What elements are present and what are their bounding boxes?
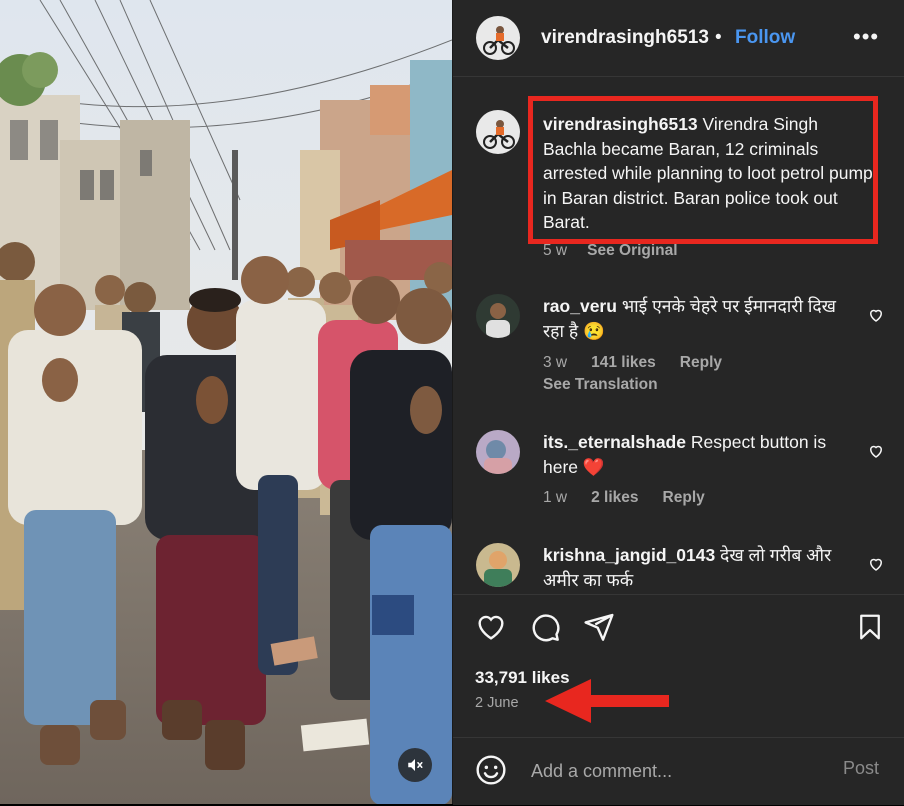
separator-dot: •	[715, 27, 722, 48]
post-photo[interactable]	[0, 0, 452, 804]
caption-meta: 5 w See Original	[543, 242, 698, 260]
smiley-icon[interactable]	[475, 754, 507, 786]
paper-plane-icon[interactable]	[583, 611, 615, 643]
commenter-avatar[interactable]	[476, 294, 520, 338]
comment-meta: 1 w 2 likes Reply	[543, 489, 729, 507]
comment-time: 1 w	[543, 489, 568, 506]
post-actions: 33,791 likes 2 June Post	[453, 594, 904, 805]
red-arrow-annotation	[545, 679, 669, 723]
see-translation-link[interactable]: See Translation	[543, 376, 658, 394]
like-comment-heart-icon[interactable]	[867, 555, 885, 573]
comment-likes[interactable]: 141 likes	[591, 354, 656, 371]
caption-avatar[interactable]	[476, 110, 520, 154]
mute-button[interactable]	[398, 748, 432, 782]
comment-emoji: 😢	[583, 320, 605, 341]
comment-emoji: ❤️	[582, 456, 605, 477]
like-comment-heart-icon[interactable]	[867, 442, 885, 460]
caption-time: 5 w	[543, 242, 568, 259]
reply-button[interactable]: Reply	[680, 354, 722, 371]
post-button[interactable]: Post	[843, 758, 879, 779]
follow-button[interactable]: Follow	[735, 27, 795, 49]
comment-text: its._eternalshade Respect button is here…	[543, 430, 853, 479]
comment-text: krishna_jangid_0143 देख लो गरीब और अमीर …	[543, 543, 853, 592]
bookmark-icon[interactable]	[855, 611, 885, 643]
owner-avatar[interactable]	[476, 16, 520, 60]
red-highlight-box	[528, 96, 878, 244]
post-header: virendrasingh6513 • Follow •••	[453, 0, 904, 77]
comments-panel: virendrasingh6513 • Follow ••• virendras…	[452, 0, 904, 805]
commenter-avatar[interactable]	[476, 543, 520, 587]
comment-bubble-icon[interactable]	[529, 611, 561, 643]
more-options-icon[interactable]: •••	[853, 24, 879, 50]
comment-username[interactable]: rao_veru	[543, 296, 617, 316]
comment-username[interactable]: its._eternalshade	[543, 432, 686, 452]
comment-time: 3 w	[543, 354, 568, 371]
like-comment-heart-icon[interactable]	[867, 306, 885, 324]
comment-meta: 3 w 141 likes Reply	[543, 354, 746, 372]
owner-username[interactable]: virendrasingh6513	[541, 27, 709, 49]
reply-button[interactable]: Reply	[663, 489, 705, 506]
see-original-link[interactable]: See Original	[587, 242, 677, 259]
speaker-muted-icon	[408, 759, 423, 771]
street-procession-photo	[0, 0, 452, 804]
heart-icon[interactable]	[475, 611, 507, 643]
comment-input[interactable]	[529, 757, 803, 785]
comment-text: rao_veru भाई एनके चेहरे पर ईमानदारी दिख …	[543, 294, 853, 343]
post-date: 2 June	[475, 695, 519, 711]
commenter-avatar[interactable]	[476, 430, 520, 474]
comment-composer: Post	[453, 737, 904, 806]
comment-username[interactable]: krishna_jangid_0143	[543, 545, 715, 565]
comment-likes[interactable]: 2 likes	[591, 489, 638, 506]
